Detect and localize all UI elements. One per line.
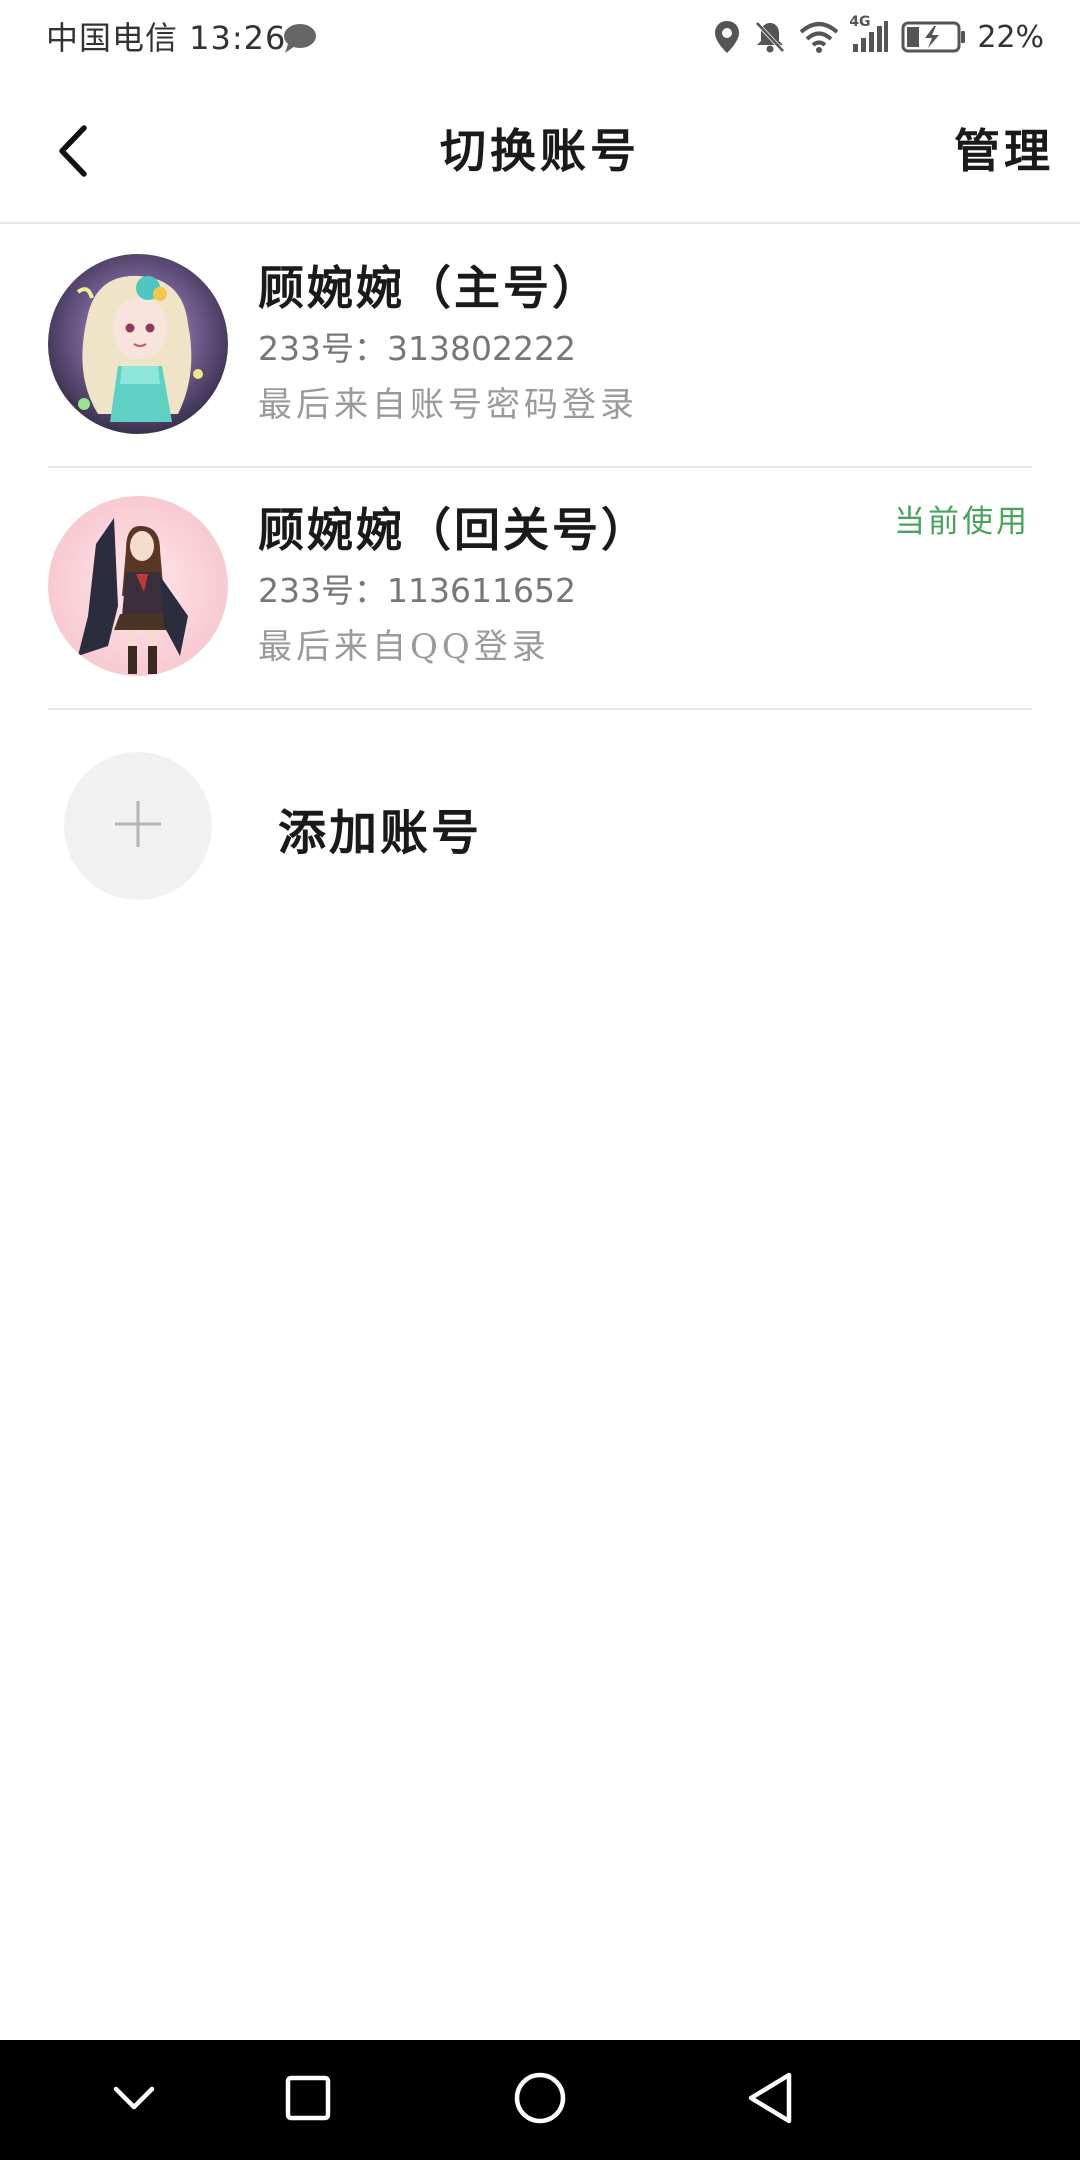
account-name: 顾婉婉（主号） xyxy=(258,261,601,315)
account-last-login: 最后来自账号密码登录 xyxy=(258,385,638,425)
recents-button[interactable] xyxy=(272,2064,344,2136)
account-last-login: 最后来自QQ登录 xyxy=(258,627,550,667)
status-icons: 4G 22% xyxy=(701,14,1044,60)
message-icon xyxy=(282,22,318,58)
system-nav-bar xyxy=(0,2040,1080,2160)
status-bar: 中国电信 13:26 4G 22% xyxy=(0,0,1080,80)
account-id: 233号：313802222 xyxy=(258,329,576,368)
wifi-icon xyxy=(799,20,839,54)
network-type-label: 4G xyxy=(849,14,871,30)
plus-icon xyxy=(113,799,163,853)
location-icon xyxy=(713,20,741,54)
page-title: 切换账号 xyxy=(440,124,640,178)
collapse-chevron-icon xyxy=(112,2083,156,2117)
nav-back-button[interactable] xyxy=(734,2064,806,2136)
add-account-circle xyxy=(64,752,212,900)
add-account-button[interactable]: 添加账号 xyxy=(48,728,1032,928)
current-use-badge: 当前使用 xyxy=(894,504,1030,540)
add-account-label: 添加账号 xyxy=(278,805,483,861)
home-button[interactable] xyxy=(504,2064,576,2136)
manage-button[interactable]: 管理 xyxy=(954,118,1054,184)
back-triangle-icon xyxy=(745,2071,795,2129)
carrier-time: 中国电信 13:26 xyxy=(46,19,287,57)
signal-icon: 4G xyxy=(849,14,889,54)
collapse-button[interactable] xyxy=(98,2064,170,2136)
battery-percentage: 22% xyxy=(977,19,1044,55)
avatar xyxy=(48,254,228,434)
account-item-main[interactable]: 顾婉婉（主号） 233号：313802222 最后来自账号密码登录 xyxy=(48,226,1032,468)
avatar xyxy=(48,496,228,676)
header: 切换账号 管理 xyxy=(0,80,1080,224)
battery-charging-icon xyxy=(901,20,967,54)
account-item-secondary[interactable]: 顾婉婉（回关号） 当前使用 233号：113611652 最后来自QQ登录 xyxy=(48,468,1032,710)
recents-square-icon xyxy=(284,2074,332,2126)
bell-off-icon xyxy=(753,20,787,54)
account-name: 顾婉婉（回关号） xyxy=(258,503,650,557)
account-id: 233号：113611652 xyxy=(258,571,576,610)
home-circle-icon xyxy=(513,2071,567,2129)
